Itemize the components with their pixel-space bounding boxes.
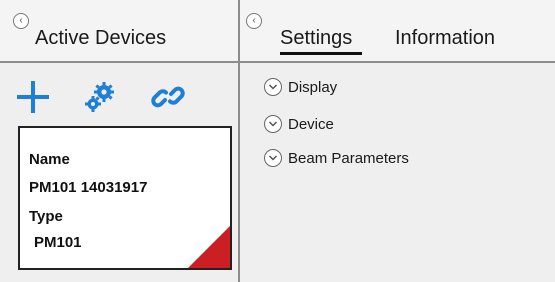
section-display[interactable]: Display <box>264 76 337 98</box>
panel-title: Active Devices <box>35 27 167 49</box>
section-label: Beam Parameters <box>288 149 409 167</box>
collapse-right-panel-icon[interactable]: ‹ <box>246 13 262 29</box>
tab-settings[interactable]: Settings <box>280 27 352 50</box>
app-window: ‹ Active Devices Name PM101 14031917 Typ… <box>0 0 555 282</box>
settings-header: ‹ Settings Information <box>240 0 555 63</box>
chevron-down-icon[interactable] <box>264 149 282 167</box>
device-name-label: Name <box>29 151 70 168</box>
section-beam-parameters[interactable]: Beam Parameters <box>264 147 409 169</box>
tab-information[interactable]: Information <box>395 27 495 50</box>
active-devices-panel: ‹ Active Devices Name PM101 14031917 Typ… <box>0 0 240 282</box>
settings-panel: ‹ Settings Information Display Device Be… <box>240 0 555 282</box>
link-icon[interactable] <box>151 80 185 114</box>
section-device[interactable]: Device <box>264 113 334 135</box>
section-label: Display <box>288 78 338 96</box>
gears-icon[interactable] <box>83 80 117 114</box>
device-card[interactable]: Name PM101 14031917 Type PM101 <box>18 126 232 270</box>
active-devices-header: ‹ Active Devices <box>0 0 238 63</box>
plus-icon[interactable] <box>16 80 50 114</box>
chevron-down-icon[interactable] <box>264 78 282 96</box>
device-type-value: PM101 <box>34 234 82 251</box>
device-type-label: Type <box>29 208 63 225</box>
collapse-left-panel-icon[interactable]: ‹ <box>13 13 29 29</box>
device-toolbar <box>0 63 238 123</box>
chevron-down-icon[interactable] <box>264 115 282 133</box>
section-label: Device <box>288 115 334 133</box>
connection-status-flag <box>188 226 230 268</box>
device-name-value: PM101 14031917 <box>29 179 148 196</box>
active-tab-indicator <box>280 52 362 55</box>
